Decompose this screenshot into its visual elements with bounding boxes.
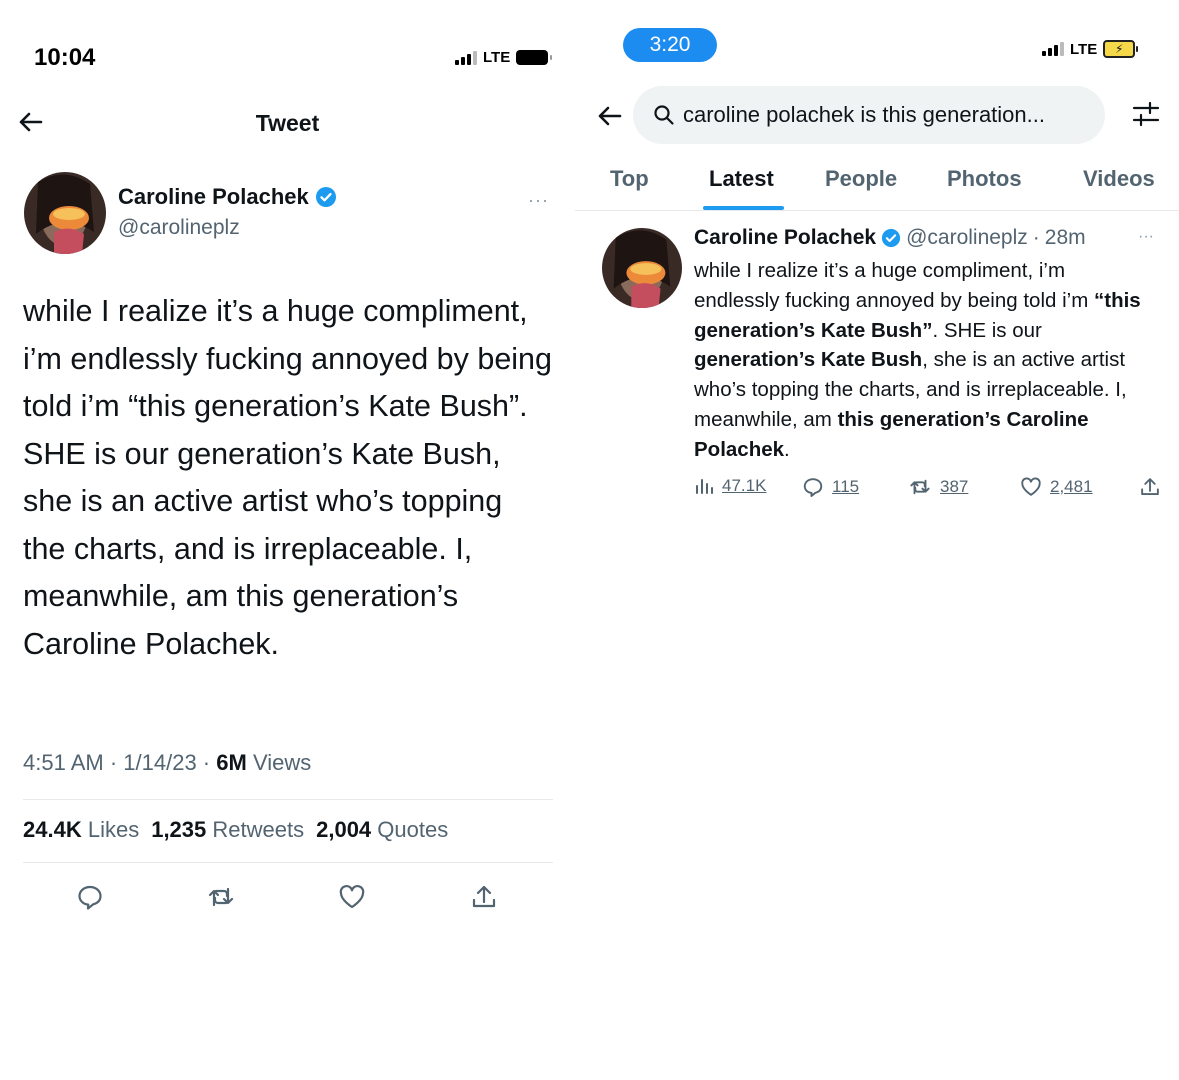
tweet-metrics: 47.1K 115 387 2,481 [694, 476, 1164, 502]
network-label: LTE [483, 49, 511, 66]
search-query: caroline polachek is this generation... [683, 102, 1045, 127]
heart-icon [1021, 477, 1041, 496]
tweet-text: while I realize it’s a huge compliment, … [694, 259, 1141, 461]
author-name[interactable]: Caroline Polachek [118, 184, 337, 210]
author-handle[interactable]: @carolineplz [906, 226, 1028, 250]
retweet-icon [208, 887, 234, 907]
tweet-date: 1/14/23 [123, 750, 197, 775]
views-count: 6M [216, 750, 247, 775]
reply-icon [78, 885, 102, 910]
tweet-age: 28m [1044, 226, 1086, 249]
tweet-time: 4:51 AM [23, 750, 104, 775]
network-label: LTE [1070, 40, 1098, 58]
views-label: Views [252, 750, 312, 775]
retweet-metric[interactable]: 387 [908, 476, 968, 498]
tab-top[interactable]: Top [610, 166, 649, 192]
quotes-stat[interactable]: 2,004 Quotes [316, 817, 448, 843]
engagement-stats: 24.4K Likes 1,235 Retweets 2,004 Quotes [23, 817, 448, 843]
tab-videos[interactable]: Videos [1083, 166, 1155, 192]
separator: · [1032, 226, 1040, 249]
retweets-stat[interactable]: 1,235 Retweets [151, 817, 304, 843]
more-options-icon[interactable]: ··· [1138, 228, 1154, 246]
avatar[interactable] [24, 172, 106, 254]
signal-icon [455, 50, 477, 65]
back-button[interactable] [595, 102, 623, 135]
tab-photos[interactable]: Photos [947, 166, 1022, 192]
views-metric[interactable]: 47.1K [694, 476, 766, 496]
status-indicators: LTE [455, 49, 553, 66]
reply-metric[interactable]: 115 [802, 476, 859, 498]
search-input[interactable]: caroline polachek is this generation... [633, 86, 1105, 144]
verified-badge-icon [881, 228, 901, 248]
heart-icon [339, 884, 365, 909]
share-icon [472, 885, 496, 908]
divider [575, 210, 1179, 211]
status-indicators: LTE ⚡ [1042, 40, 1139, 58]
share-button[interactable] [470, 883, 498, 911]
filter-button[interactable] [1131, 100, 1161, 133]
status-time: 10:04 [34, 44, 96, 71]
divider [23, 799, 553, 800]
tab-people[interactable]: People [825, 166, 897, 192]
share-icon [1141, 478, 1159, 496]
battery-icon [516, 50, 553, 65]
arrow-left-icon [598, 106, 622, 126]
avatar[interactable] [602, 228, 682, 308]
search-tabs: Top Latest People Photos Videos [575, 160, 1179, 212]
tweet-header: Caroline Polachek @carolineplz · 28m [694, 226, 1086, 250]
search-icon [654, 105, 674, 125]
share-button[interactable] [1139, 476, 1161, 498]
retweet-icon [910, 479, 930, 495]
like-button[interactable] [338, 883, 366, 911]
verified-badge-icon [315, 187, 336, 207]
reply-icon [803, 478, 823, 497]
likes-stat[interactable]: 24.4K Likes [23, 817, 139, 843]
tab-latest[interactable]: Latest [709, 166, 774, 192]
like-metric[interactable]: 2,481 [1020, 476, 1093, 498]
tweet-meta: 4:51 AM · 1/14/23 · 6M Views [23, 750, 312, 775]
tweet-text: while I realize it’s a huge compliment, … [23, 294, 552, 661]
search-results-screen: 3:20 LTE ⚡ caroline polachek is this gen… [575, 0, 1179, 1080]
author-handle[interactable]: @carolineplz [118, 216, 240, 240]
tweet-detail-screen: 10:04 LTE Tweet Caroline Polachek @carol… [0, 0, 575, 1080]
page-title: Tweet [255, 110, 320, 136]
status-time-pill: 3:20 [623, 28, 717, 62]
views-chart-icon [696, 479, 713, 494]
signal-icon [1042, 42, 1064, 56]
more-options-icon[interactable]: ··· [528, 190, 549, 211]
divider [23, 862, 553, 863]
battery-charging-icon: ⚡ [1103, 40, 1139, 58]
author-name[interactable]: Caroline Polachek [694, 226, 876, 250]
reply-button[interactable] [76, 883, 104, 911]
retweet-button[interactable] [207, 883, 235, 911]
sliders-icon [1132, 101, 1160, 127]
